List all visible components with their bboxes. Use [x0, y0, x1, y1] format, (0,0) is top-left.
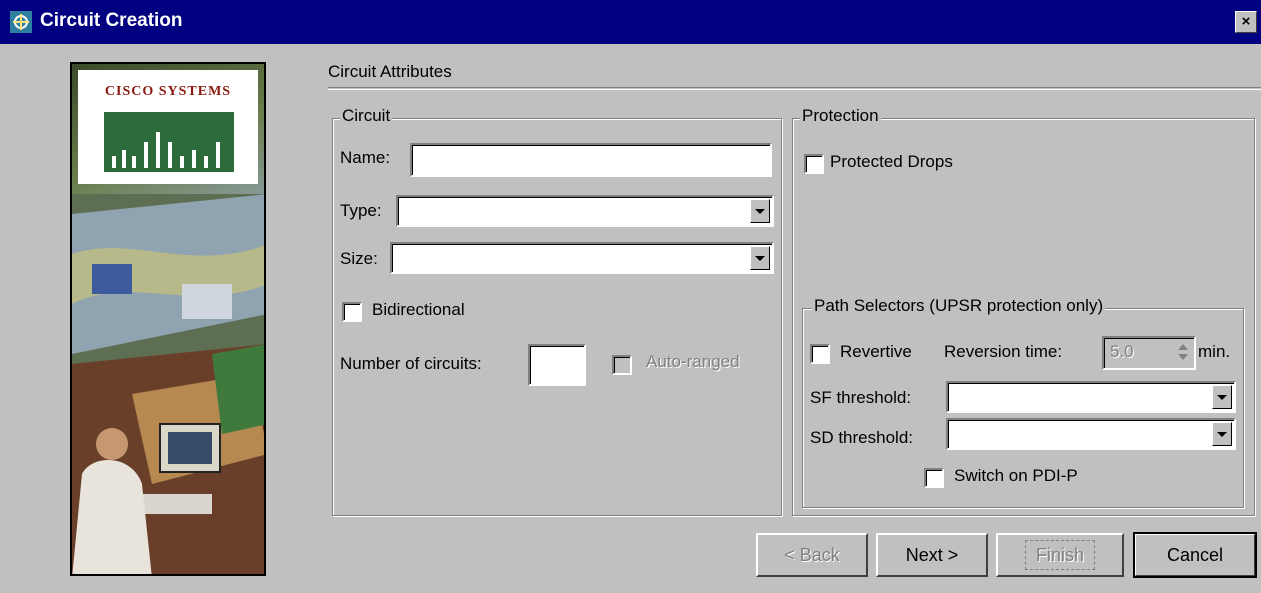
- num-circuits-label: Number of circuits:: [340, 354, 482, 373]
- path-selectors-legend: Path Selectors (UPSR protection only): [812, 296, 1106, 316]
- protection-group-legend: Protection: [800, 106, 881, 126]
- chevron-down-icon[interactable]: [750, 246, 770, 270]
- circuit-group-legend: Circuit: [340, 106, 393, 126]
- circuit-app-icon: [10, 11, 32, 33]
- brand-logo: CISCO SYSTEMS: [78, 70, 258, 184]
- reversion-time-spinner[interactable]: 5.0: [1102, 336, 1196, 370]
- name-label: Name:: [340, 148, 391, 167]
- sf-threshold-select[interactable]: [946, 381, 1236, 413]
- switch-pdi-label: Switch on PDI-P: [954, 466, 1078, 485]
- brand-name: CISCO SYSTEMS: [104, 84, 232, 99]
- sd-threshold-label: SD threshold:: [810, 428, 913, 447]
- cancel-button[interactable]: Cancel: [1133, 532, 1257, 578]
- finish-button[interactable]: Finish: [996, 533, 1124, 577]
- protected-drops-label: Protected Drops: [830, 152, 953, 171]
- sf-threshold-label: SF threshold:: [810, 388, 912, 407]
- protected-drops-checkbox[interactable]: [804, 154, 824, 174]
- section-title: Circuit Attributes: [328, 62, 452, 81]
- size-select[interactable]: [390, 242, 774, 274]
- close-icon[interactable]: ×: [1235, 11, 1257, 33]
- window-title: Circuit Creation: [40, 10, 183, 31]
- sd-threshold-select[interactable]: [946, 418, 1236, 450]
- type-label: Type:: [340, 201, 382, 220]
- chevron-down-icon[interactable]: [1212, 422, 1232, 446]
- next-button[interactable]: Next >: [876, 533, 988, 577]
- brand-bridge-logo: [104, 112, 234, 172]
- reversion-time-value: 5.0: [1110, 342, 1134, 361]
- reversion-time-label: Reversion time:: [944, 342, 1063, 361]
- back-button[interactable]: < Back: [756, 533, 868, 577]
- name-field[interactable]: [410, 143, 772, 177]
- reversion-unit: min.: [1198, 342, 1231, 361]
- switch-pdi-checkbox[interactable]: [924, 468, 944, 488]
- finish-button-label: Finish: [1024, 540, 1095, 570]
- bidirectional-checkbox[interactable]: [342, 302, 362, 322]
- window-title-bar[interactable]: Circuit Creation ×: [0, 0, 1261, 44]
- brand-image-panel: CISCO SYSTEMS: [70, 62, 266, 576]
- bidirectional-label: Bidirectional: [372, 300, 465, 319]
- revertive-checkbox[interactable]: [810, 344, 830, 364]
- auto-ranged-checkbox[interactable]: [612, 355, 632, 375]
- num-circuits-field[interactable]: [528, 344, 586, 386]
- chevron-down-icon[interactable]: [750, 199, 770, 223]
- type-select[interactable]: [396, 195, 774, 227]
- section-divider: [328, 87, 1261, 90]
- size-label: Size:: [340, 249, 378, 268]
- office-scene-illustration: [72, 194, 264, 574]
- spinner-arrows-icon[interactable]: [1176, 342, 1190, 362]
- revertive-label: Revertive: [840, 342, 912, 361]
- auto-ranged-label: Auto-ranged: [646, 352, 740, 371]
- chevron-down-icon[interactable]: [1212, 385, 1232, 409]
